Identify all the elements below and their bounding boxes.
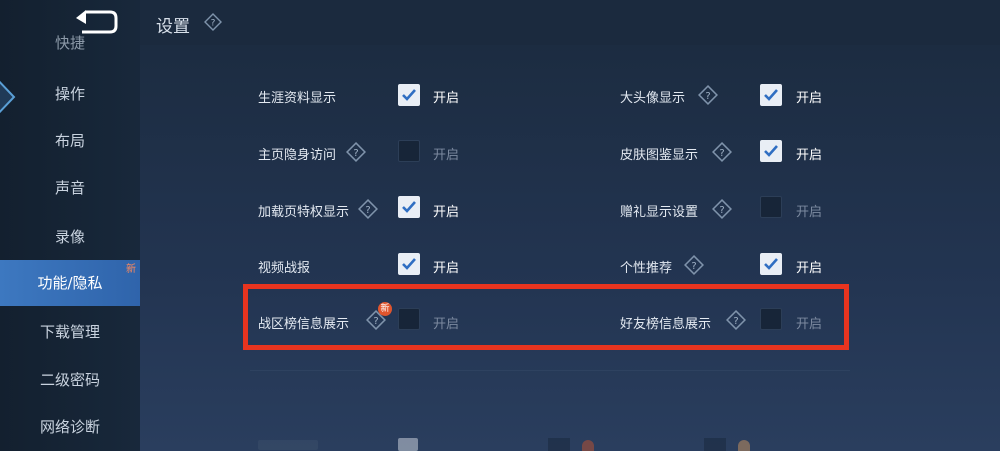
sidebar: 快捷 操作 布局 声音 录像 功能/隐私 新 下载管理 二级密码 网络诊断 bbox=[0, 0, 140, 451]
sidebar-item-label: 声音 bbox=[54, 179, 85, 197]
svg-text:?: ? bbox=[373, 316, 378, 327]
sidebar-item-operation[interactable]: 操作 bbox=[0, 71, 140, 117]
checkbox-state-text: 开启 bbox=[796, 261, 823, 276]
career-profile-checkbox[interactable] bbox=[398, 84, 420, 106]
partial-checkbox[interactable] bbox=[704, 438, 726, 451]
setting-label: 大头像显示 bbox=[620, 91, 686, 106]
sidebar-item-label: 快捷 bbox=[54, 34, 85, 52]
sidebar-item-privacy[interactable]: 功能/隐私 新 bbox=[0, 260, 140, 306]
help-icon[interactable]: ? bbox=[698, 85, 718, 105]
svg-text:?: ? bbox=[705, 91, 710, 102]
checkmark-icon bbox=[764, 258, 778, 270]
hidden-visit-checkbox[interactable] bbox=[398, 140, 420, 162]
gift-display-checkbox[interactable] bbox=[760, 196, 782, 218]
setting-label: 加载页特权显示 bbox=[258, 205, 350, 220]
new-badge: 新 bbox=[126, 264, 136, 275]
sidebar-item-label: 下载管理 bbox=[39, 323, 100, 341]
skin-gallery-checkbox[interactable] bbox=[760, 140, 782, 162]
video-report-checkbox[interactable] bbox=[398, 253, 420, 275]
help-icon[interactable]: ? bbox=[726, 310, 746, 330]
sidebar-item-downloads[interactable]: 下载管理 bbox=[0, 309, 140, 355]
setting-label: 皮肤图鉴显示 bbox=[620, 148, 699, 163]
sidebar-item-label: 功能/隐私 bbox=[37, 274, 103, 292]
sidebar-item-network[interactable]: 网络诊断 bbox=[0, 404, 140, 450]
checkbox-state-text: 开启 bbox=[433, 317, 460, 332]
sidebar-item-password[interactable]: 二级密码 bbox=[0, 357, 140, 403]
checkbox-state-text: 开启 bbox=[796, 91, 823, 106]
partial-label-shape bbox=[258, 440, 318, 450]
checkmark-icon bbox=[764, 89, 778, 101]
friend-ranking-checkbox[interactable] bbox=[760, 308, 782, 330]
setting-label: 视频战报 bbox=[258, 261, 311, 276]
checkbox-state-text: 开启 bbox=[433, 91, 460, 106]
partial-checkbox[interactable] bbox=[398, 438, 418, 451]
checkbox-state-text: 开启 bbox=[433, 205, 460, 220]
sidebar-item-label: 网络诊断 bbox=[39, 418, 100, 436]
big-avatar-checkbox[interactable] bbox=[760, 84, 782, 106]
sidebar-item-label: 录像 bbox=[54, 228, 85, 246]
setting-label: 个性推荐 bbox=[620, 261, 673, 276]
sidebar-item-label: 操作 bbox=[54, 85, 85, 103]
checkbox-state-text: 开启 bbox=[796, 205, 823, 220]
setting-label: 战区榜信息展示 bbox=[258, 317, 350, 332]
status-dot-icon bbox=[738, 440, 750, 451]
svg-text:?: ? bbox=[353, 148, 358, 159]
page-title: 设置 bbox=[156, 17, 190, 37]
svg-text:?: ? bbox=[691, 261, 696, 272]
setting-label: 好友榜信息展示 bbox=[620, 317, 712, 332]
checkbox-state-text: 开启 bbox=[796, 148, 823, 163]
section-divider bbox=[250, 370, 850, 371]
checkbox-state-text: 开启 bbox=[796, 317, 823, 332]
help-icon[interactable]: ? bbox=[712, 142, 732, 162]
setting-label: 生涯资料显示 bbox=[258, 91, 337, 106]
svg-text:?: ? bbox=[719, 148, 724, 159]
help-icon[interactable]: ? bbox=[712, 199, 732, 219]
help-icon[interactable]: ? bbox=[346, 142, 366, 162]
zone-ranking-checkbox[interactable] bbox=[398, 308, 420, 330]
sidebar-item-replay[interactable]: 录像 bbox=[0, 214, 140, 260]
checkmark-icon bbox=[402, 258, 416, 270]
svg-text:?: ? bbox=[211, 19, 216, 29]
svg-text:?: ? bbox=[719, 205, 724, 216]
loading-privilege-checkbox[interactable] bbox=[398, 196, 420, 218]
setting-label: 主页隐身访问 bbox=[258, 148, 337, 163]
checkmark-icon bbox=[764, 145, 778, 157]
setting-label: 赠礼显示设置 bbox=[620, 205, 699, 220]
checkbox-state-text: 开启 bbox=[433, 261, 460, 276]
sidebar-item-partial[interactable]: 快捷 bbox=[0, 32, 140, 54]
checkmark-icon bbox=[402, 201, 416, 213]
checkbox-state-text: 开启 bbox=[433, 148, 460, 163]
sidebar-item-label: 二级密码 bbox=[39, 371, 100, 389]
sidebar-item-label: 布局 bbox=[54, 132, 85, 150]
partial-checkbox[interactable] bbox=[548, 438, 570, 451]
sidebar-item-layout[interactable]: 布局 bbox=[0, 118, 140, 164]
new-badge: 新 bbox=[378, 302, 392, 316]
help-icon[interactable]: ? bbox=[204, 13, 222, 31]
help-icon[interactable]: ? bbox=[684, 255, 704, 275]
svg-text:?: ? bbox=[733, 316, 738, 327]
svg-text:?: ? bbox=[365, 205, 370, 216]
help-icon[interactable]: ? bbox=[358, 199, 378, 219]
status-dot-icon bbox=[582, 440, 594, 451]
recommendation-checkbox[interactable] bbox=[760, 253, 782, 275]
checkmark-icon bbox=[402, 89, 416, 101]
sidebar-item-sound[interactable]: 声音 bbox=[0, 165, 140, 211]
